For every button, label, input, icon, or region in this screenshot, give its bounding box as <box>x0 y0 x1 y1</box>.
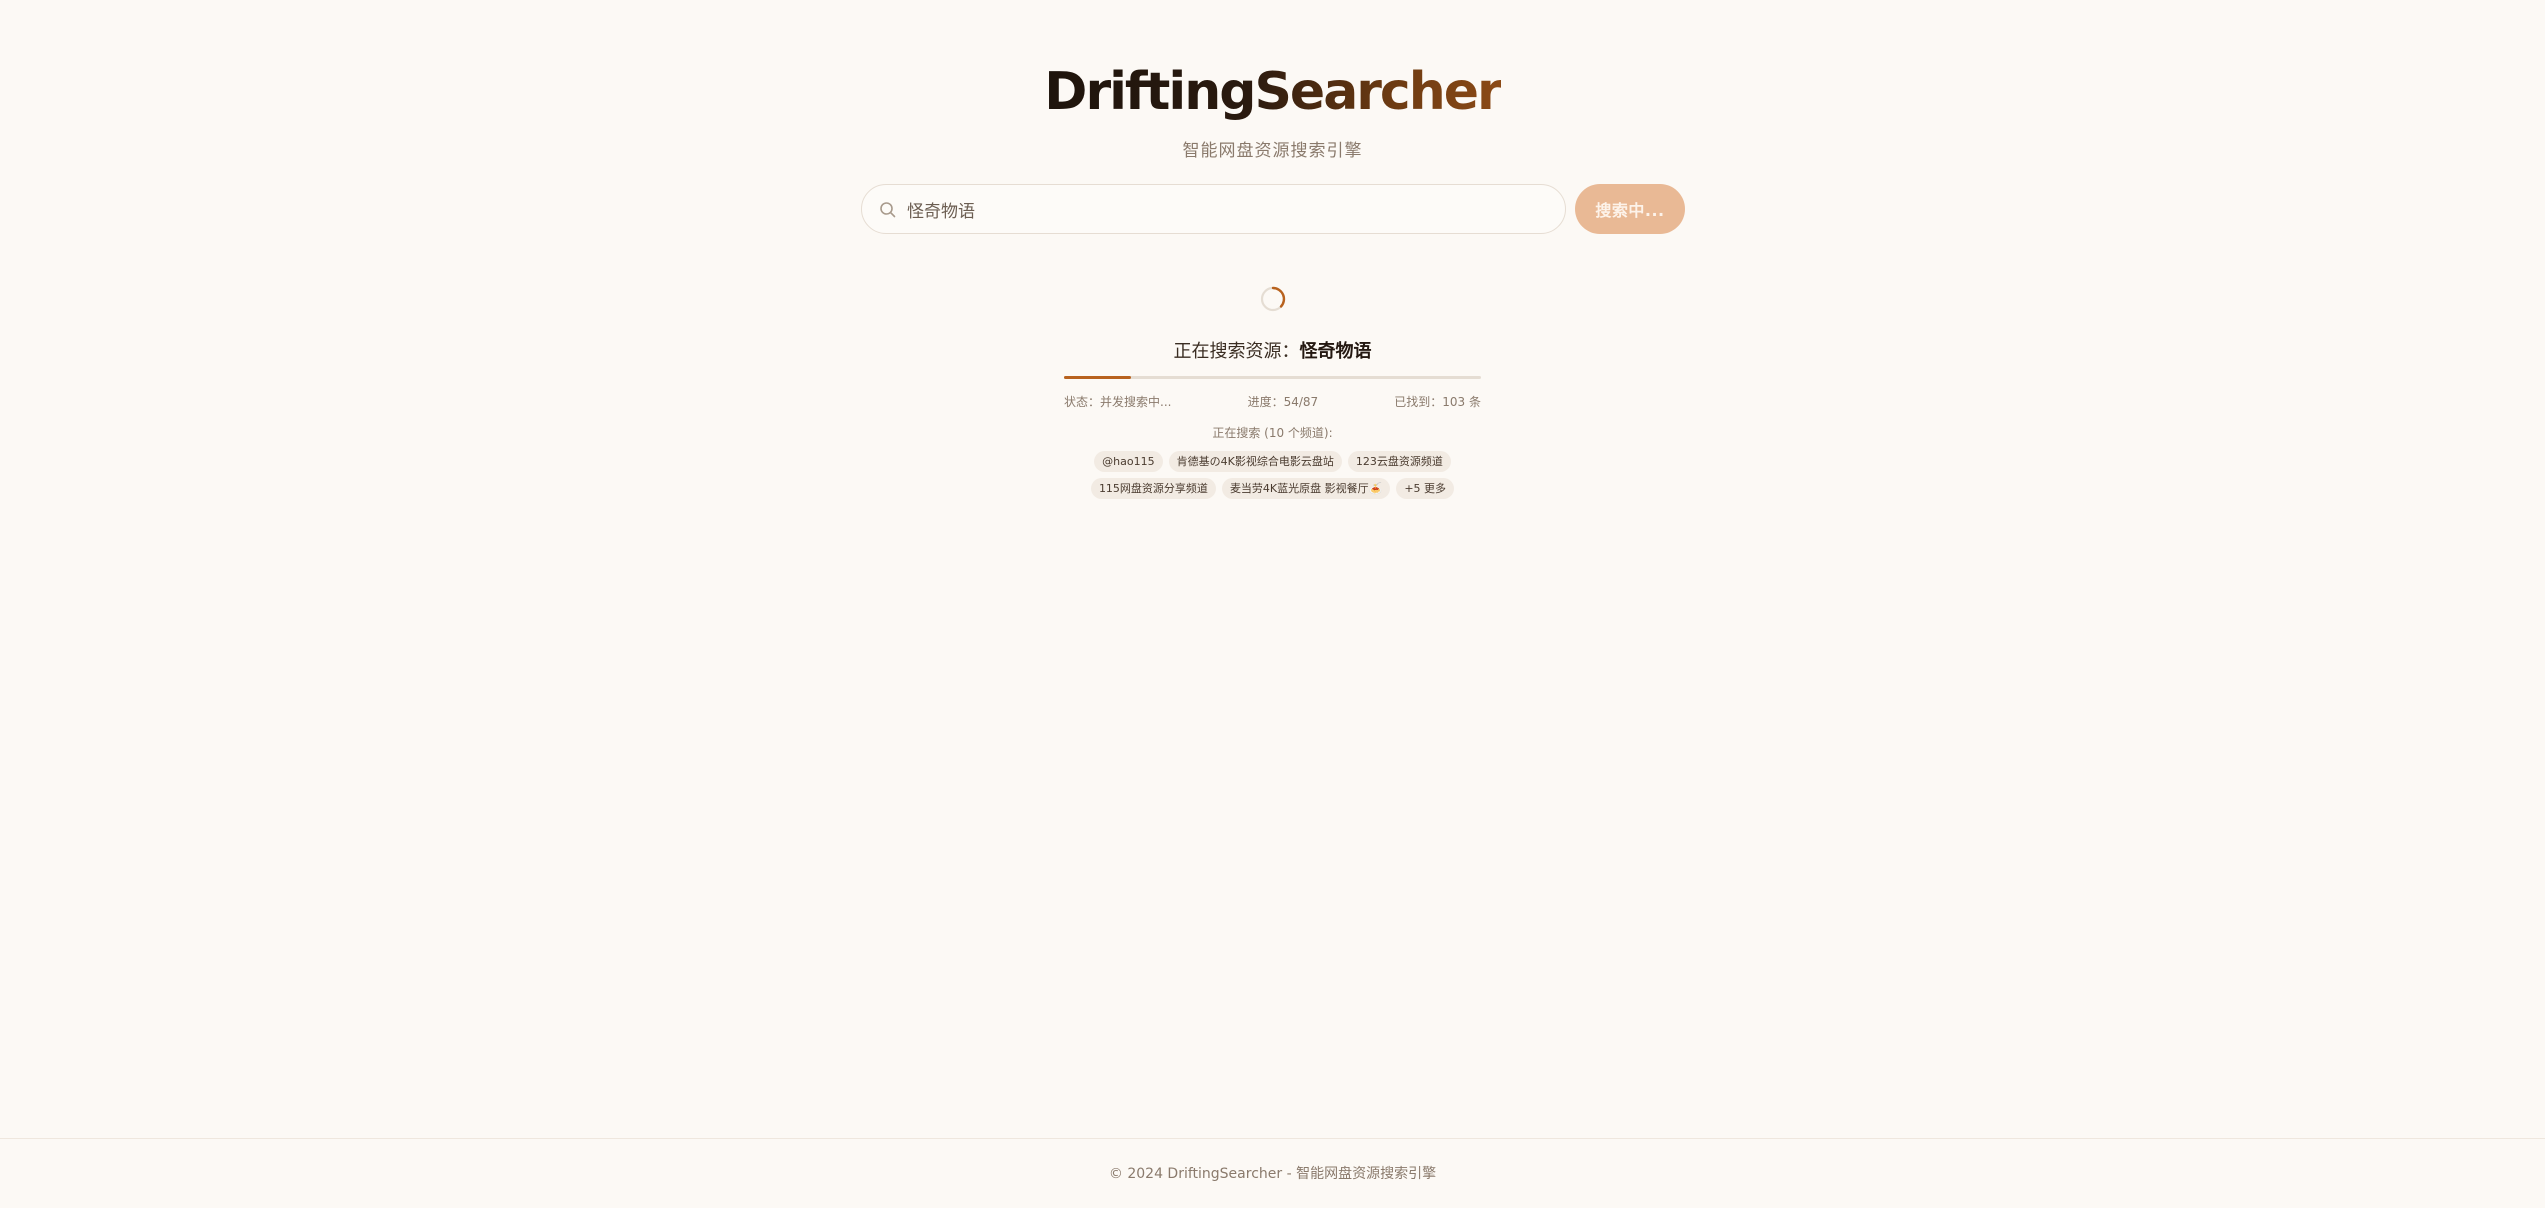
channel-chip: 麦当劳4K蓝光原盘 影视餐厅🍝 <box>1221 478 1391 499</box>
more-channels-chip[interactable]: +5 更多 <box>1396 478 1455 499</box>
search-button[interactable]: 搜索中... <box>1575 184 1685 234</box>
channels-caption: 正在搜索 (10 个频道): <box>1212 426 1333 440</box>
brand-header: DriftingSearcher 智能网盘资源搜索引擎 <box>0 60 2545 161</box>
search-input[interactable] <box>907 189 1527 229</box>
footer-text: © 2024 DriftingSearcher - 智能网盘资源搜索引擎 <box>1108 1166 1437 1182</box>
search-stats: 状态：并发搜索中... 进度：54/87 已找到：103 条 <box>1064 393 1481 410</box>
search-field[interactable] <box>861 184 1566 234</box>
app-logo[interactable]: DriftingSearcher <box>1044 60 1502 124</box>
found-count: 已找到：103 条 <box>1394 395 1481 409</box>
status-text: 状态：并发搜索中... <box>1064 395 1172 409</box>
channel-chip: 115网盘资源分享频道 <box>1090 478 1216 499</box>
channel-chip: 123云盘资源频道 <box>1347 451 1451 472</box>
search-icon <box>880 202 896 218</box>
progress-bar-fill <box>1064 376 1131 379</box>
loading-prefix: 正在搜索资源： <box>1173 341 1300 362</box>
loading-title: 正在搜索资源：怪奇物语 <box>0 337 2545 363</box>
loading-spinner-icon <box>1260 286 1286 312</box>
page: DriftingSearcher 智能网盘资源搜索引擎 搜索中... 正在搜索资… <box>0 0 2545 1208</box>
channel-chip: 肯德基の4K影视综合电影云盘站 <box>1168 451 1342 472</box>
search-bar: 搜索中... <box>861 184 1685 234</box>
channel-list: @hao115 肯德基の4K影视综合电影云盘站 123云盘资源频道 115网盘资… <box>1090 451 1455 499</box>
channel-chip: @hao115 <box>1094 451 1163 472</box>
progress-bar <box>1064 376 1481 379</box>
progress-text: 进度：54/87 <box>1247 395 1319 409</box>
loading-keyword: 怪奇物语 <box>1299 341 1372 362</box>
app-subtitle: 智能网盘资源搜索引擎 <box>1182 141 1363 161</box>
footer: © 2024 DriftingSearcher - 智能网盘资源搜索引擎 <box>0 1138 2545 1208</box>
